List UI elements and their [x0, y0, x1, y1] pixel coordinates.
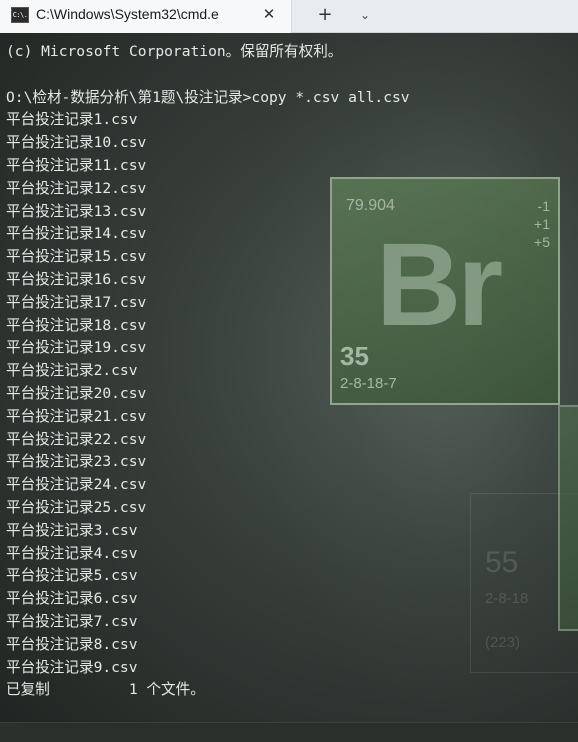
- new-tab-button[interactable]: +: [312, 2, 338, 28]
- console-line: 平台投注记录17.csv: [6, 293, 147, 311]
- console-line: 平台投注记录5.csv: [6, 567, 138, 585]
- wallpaper-element-tile-2: [558, 405, 578, 631]
- faint-config: 2-8-18: [485, 590, 529, 607]
- close-tab-icon[interactable]: ✕: [258, 3, 280, 25]
- console-line: 平台投注记录16.csv: [6, 270, 147, 288]
- element-oxidation: -1 +1 +5: [534, 198, 550, 250]
- console-line: 平台投注记录13.csv: [6, 202, 147, 220]
- console-line: 平台投注记录6.csv: [6, 590, 138, 608]
- chevron-down-icon[interactable]: ⌄: [354, 4, 376, 26]
- console-line: 平台投注记录21.csv: [6, 407, 147, 425]
- faint-number: 55: [485, 546, 519, 579]
- tab-bar: C:\. C:\Windows\System32\cmd.e ✕ + ⌄: [0, 0, 578, 33]
- console-line: 平台投注记录3.csv: [6, 521, 138, 539]
- console-line: 平台投注记录14.csv: [6, 225, 147, 243]
- bottom-edge: [0, 722, 578, 742]
- console-line: 平台投注记录22.csv: [6, 430, 147, 448]
- console-line: O:\检材-数据分析\第1题\投注记录>copy *.csv all.csv: [6, 88, 410, 106]
- console-line: 平台投注记录23.csv: [6, 453, 147, 471]
- console-line: 平台投注记录20.csv: [6, 384, 147, 402]
- tab-title: C:\Windows\System32\cmd.e: [36, 6, 219, 22]
- console-line: 平台投注记录4.csv: [6, 544, 138, 562]
- console-output: (c) Microsoft Corporation。保留所有权利。 O:\检材-数…: [6, 41, 410, 702]
- console-line: 平台投注记录8.csv: [6, 635, 138, 653]
- console-line: 已复制 1 个文件。: [6, 681, 205, 699]
- console-line: 平台投注记录11.csv: [6, 156, 147, 174]
- console-line: 平台投注记录9.csv: [6, 658, 138, 676]
- console-line: 平台投注记录18.csv: [6, 316, 147, 334]
- console-line: 平台投注记录10.csv: [6, 134, 147, 152]
- terminal-window: C:\. C:\Windows\System32\cmd.e ✕ + ⌄ 55 …: [0, 0, 578, 742]
- console-line: 平台投注记录15.csv: [6, 248, 147, 266]
- faint-mass: (223): [485, 634, 521, 651]
- console-line: 平台投注记录25.csv: [6, 498, 147, 516]
- console-line: 平台投注记录7.csv: [6, 612, 138, 630]
- console-line: 平台投注记录12.csv: [6, 179, 147, 197]
- console-line: 平台投注记录2.csv: [6, 362, 138, 380]
- console-line: 平台投注记录1.csv: [6, 111, 138, 129]
- console-line: 平台投注记录19.csv: [6, 339, 147, 357]
- tab-cmd[interactable]: C:\. C:\Windows\System32\cmd.e ✕: [0, 0, 292, 33]
- console-line: 平台投注记录24.csv: [6, 476, 147, 494]
- console-line: (c) Microsoft Corporation。保留所有权利。: [6, 43, 343, 60]
- terminal-area[interactable]: 55 2-8-18 (223) 79.904 -1 +1 +5 Br 35 2-…: [0, 33, 578, 742]
- cmd-icon: C:\.: [11, 7, 29, 23]
